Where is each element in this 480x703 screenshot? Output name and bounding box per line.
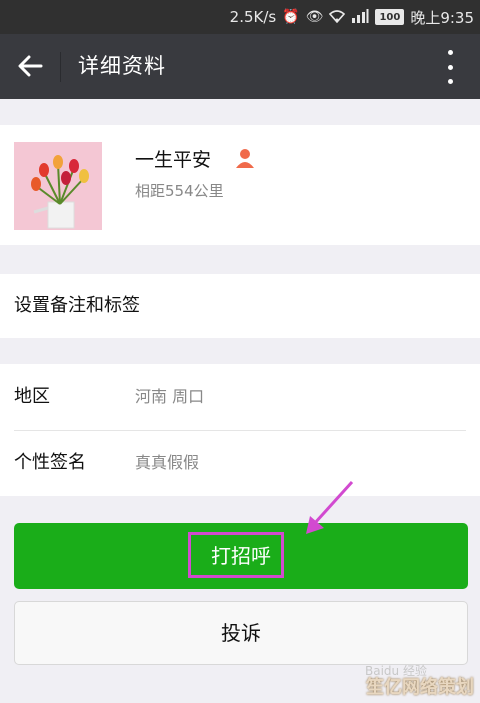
profile-name: 一生平安 xyxy=(135,149,212,171)
signature-row: 个性签名 真真假假 xyxy=(0,430,480,496)
distance-text: 相距554公里 xyxy=(135,182,224,200)
region-row: 地区 河南 周口 xyxy=(0,364,480,430)
title-divider xyxy=(60,52,61,82)
info-card: 地区 河南 周口 个性签名 真真假假 xyxy=(0,364,480,496)
status-bar: 2.5K/s ⏰ 👁 100 晚上9:35 xyxy=(0,0,480,34)
signature-label: 个性签名 xyxy=(14,452,86,473)
set-remark-label: 设置备注和标签 xyxy=(14,295,140,316)
site-watermark: 笙亿网络策划 xyxy=(366,677,474,698)
wifi-icon xyxy=(329,9,346,26)
signal-icon xyxy=(351,8,369,26)
more-menu-button[interactable] xyxy=(438,50,462,84)
report-button[interactable]: 投诉 xyxy=(14,601,468,665)
clock: 晚上9:35 xyxy=(410,8,474,27)
back-button[interactable] xyxy=(12,48,48,84)
profile-card xyxy=(0,125,480,245)
battery-icon: 100 xyxy=(375,9,405,25)
set-remark-row[interactable]: 设置备注和标签 xyxy=(0,274,480,338)
greet-button[interactable]: 打招呼 xyxy=(14,523,468,589)
more-dot-icon xyxy=(447,79,453,84)
report-button-label: 投诉 xyxy=(221,621,261,645)
more-dot-icon xyxy=(447,64,453,70)
eye-icon: 👁 xyxy=(305,9,324,25)
greet-button-label: 打招呼 xyxy=(211,544,271,568)
network-speed: 2.5K/s xyxy=(229,8,277,26)
alarm-icon: ⏰ xyxy=(282,9,300,25)
page-title: 详细资料 xyxy=(78,54,166,78)
person-icon xyxy=(236,149,254,168)
more-dot-icon xyxy=(447,50,453,55)
signature-value: 真真假假 xyxy=(135,453,200,472)
title-bar: 详细资料 xyxy=(0,34,480,99)
region-label: 地区 xyxy=(14,386,50,407)
avatar[interactable] xyxy=(14,142,102,230)
annotation-arrow-icon xyxy=(306,480,354,534)
back-arrow-icon xyxy=(18,55,43,77)
region-value: 河南 周口 xyxy=(135,387,205,406)
